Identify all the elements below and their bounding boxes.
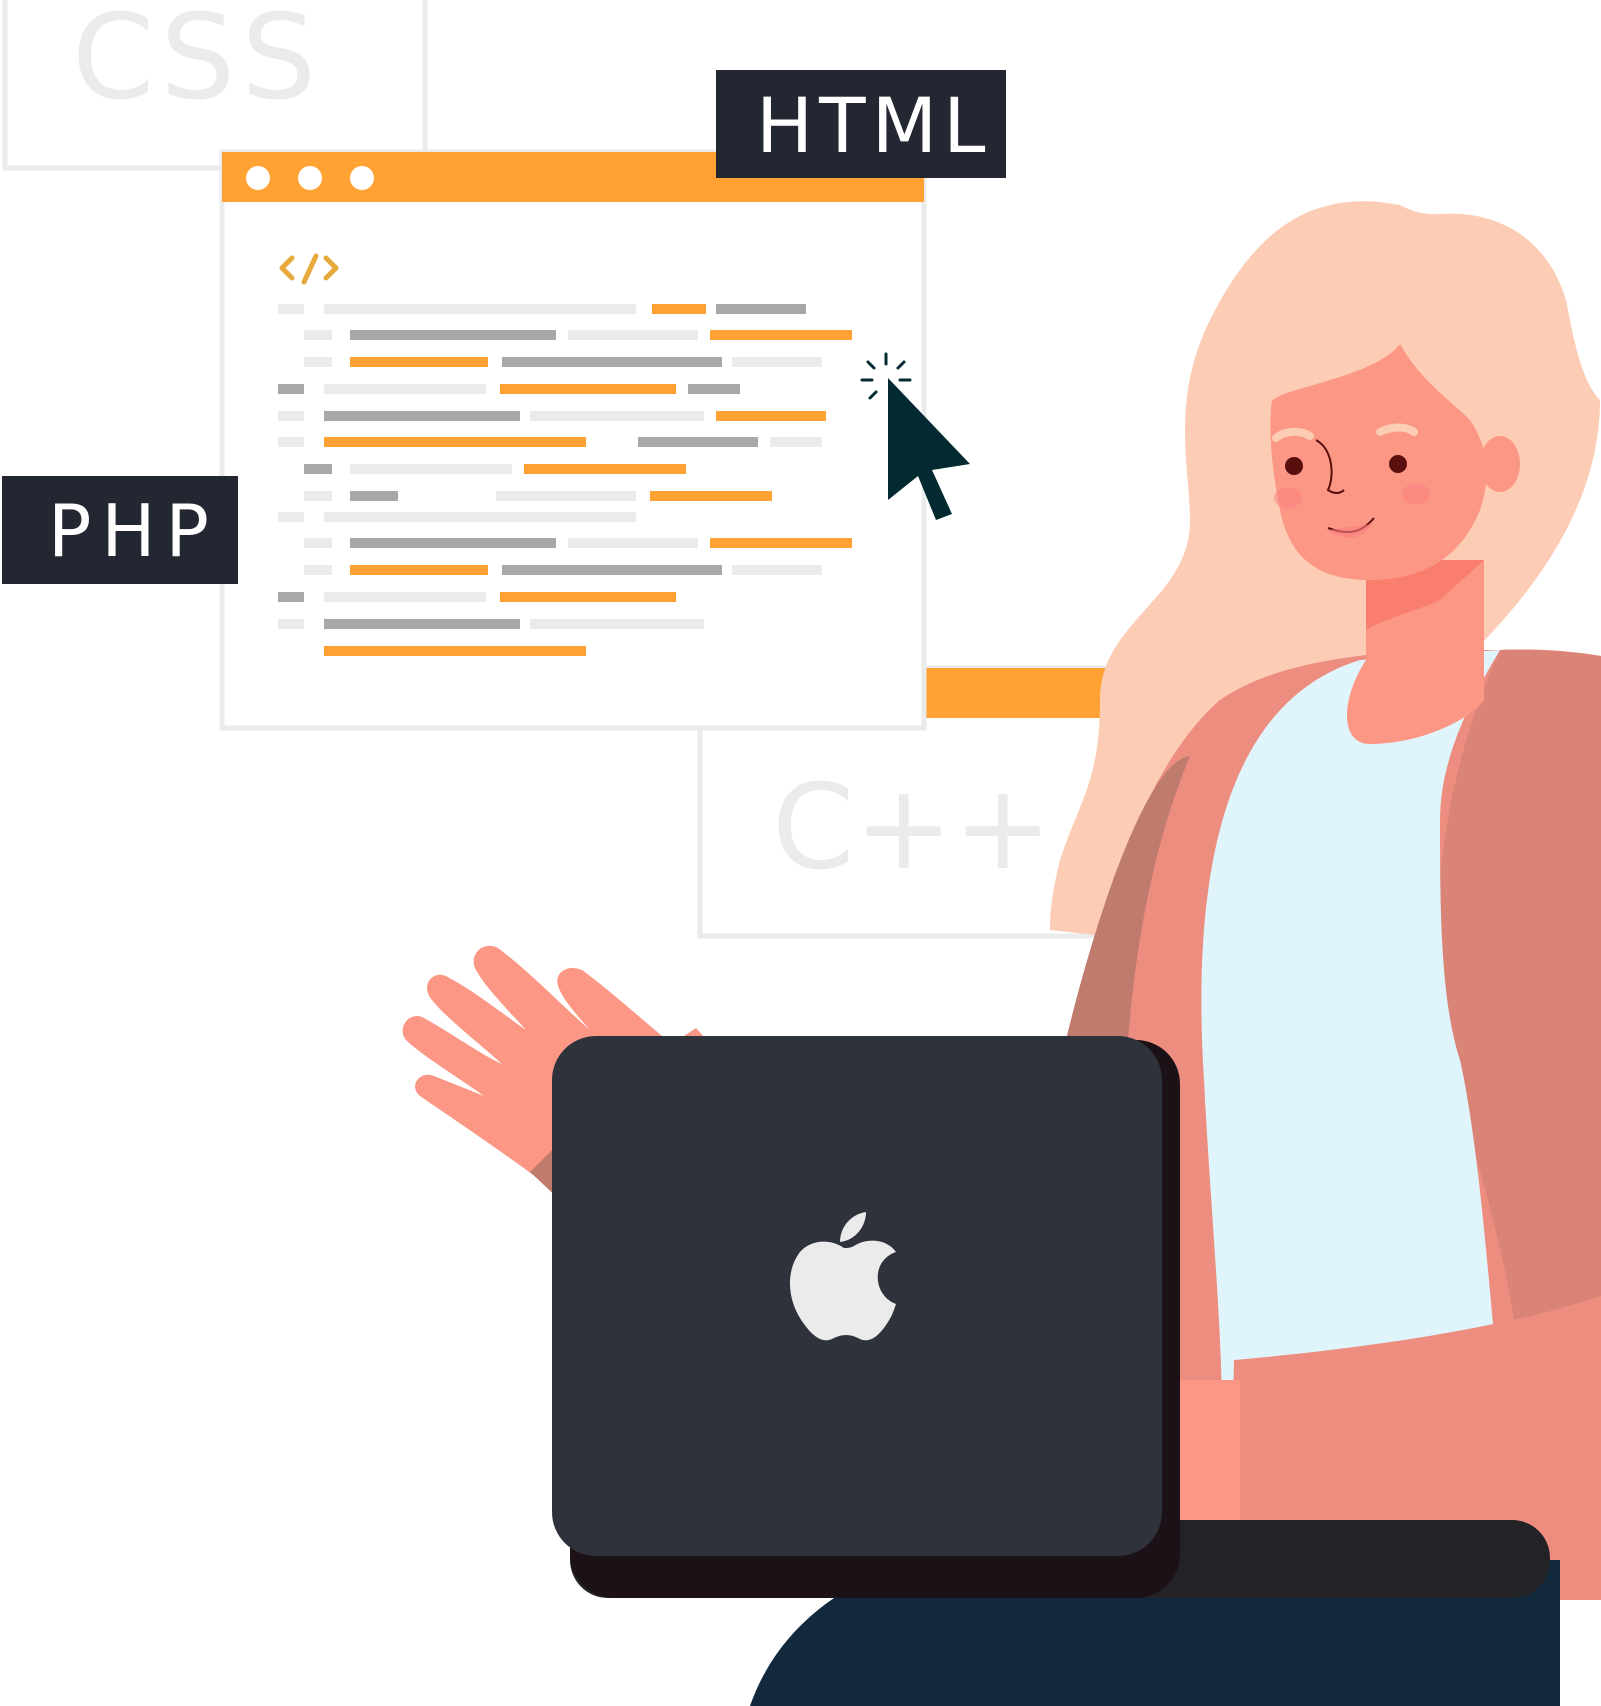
html-tag: HTML (716, 70, 1006, 178)
html-label: HTML (756, 81, 992, 170)
window-dot-2 (298, 166, 322, 190)
right-eye (1389, 455, 1407, 473)
css-label: CSS (72, 0, 322, 126)
php-label: PHP (48, 489, 219, 573)
left-eye (1285, 457, 1303, 475)
window-dot-3 (350, 166, 374, 190)
code-editor-window (219, 149, 927, 731)
php-tag: PHP (2, 476, 238, 584)
window-dot-1 (246, 166, 270, 190)
css-card: CSS (2, 0, 428, 171)
developer-illustration: CSS C++ HTML PHP (2, 0, 1601, 1706)
cpp-label: C++ (772, 758, 1052, 896)
